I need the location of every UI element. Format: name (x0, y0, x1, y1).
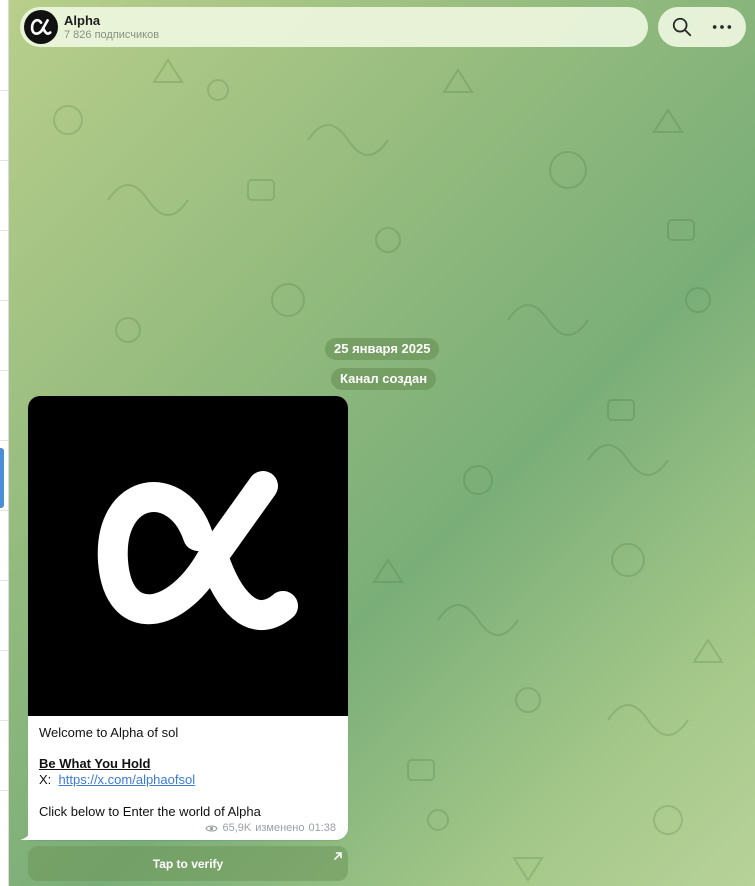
channel-created-notice: Канал создан (331, 368, 437, 390)
channel-post[interactable]: Welcome to Alpha of sol Be What You Hold… (28, 396, 348, 840)
channel-header[interactable]: Alpha 7 826 подписчиков (20, 7, 648, 47)
active-chat-indicator (0, 448, 4, 508)
more-button[interactable] (700, 7, 744, 47)
edited-label: изменено (255, 822, 305, 834)
search-button[interactable] (660, 7, 704, 47)
view-count: 65,9K (222, 822, 252, 834)
post-text-headline: Be What You Hold (39, 756, 151, 771)
more-icon (712, 25, 732, 29)
date-separator: 25 января 2025 (325, 338, 440, 360)
header-tools (658, 7, 746, 47)
post-text-cta: Click below to Enter the world of Alpha (39, 804, 261, 819)
search-icon (672, 17, 692, 37)
x-label: X: (39, 772, 52, 787)
x-link[interactable]: https://x.com/alphaofsol (59, 772, 196, 787)
post-meta: 65,9K изменено 01:38 (205, 822, 336, 834)
tap-to-verify-button[interactable]: Tap to verify (28, 846, 348, 881)
subscriber-count: 7 826 подписчиков (64, 29, 160, 41)
post-text-welcome: Welcome to Alpha of sol (39, 725, 179, 740)
alpha-logo-icon (97, 471, 298, 630)
eye-icon (205, 824, 219, 832)
post-image[interactable] (28, 396, 348, 716)
channel-avatar[interactable] (24, 10, 58, 44)
post-text-x-row: X: https://x.com/alphaofsol (39, 772, 195, 787)
channel-title: Alpha (64, 13, 101, 28)
verify-button-label: Tap to verify (152, 856, 224, 871)
post-time: 01:38 (308, 822, 336, 834)
alpha-logo-icon (30, 18, 52, 35)
external-link-arrow-icon (334, 852, 342, 860)
